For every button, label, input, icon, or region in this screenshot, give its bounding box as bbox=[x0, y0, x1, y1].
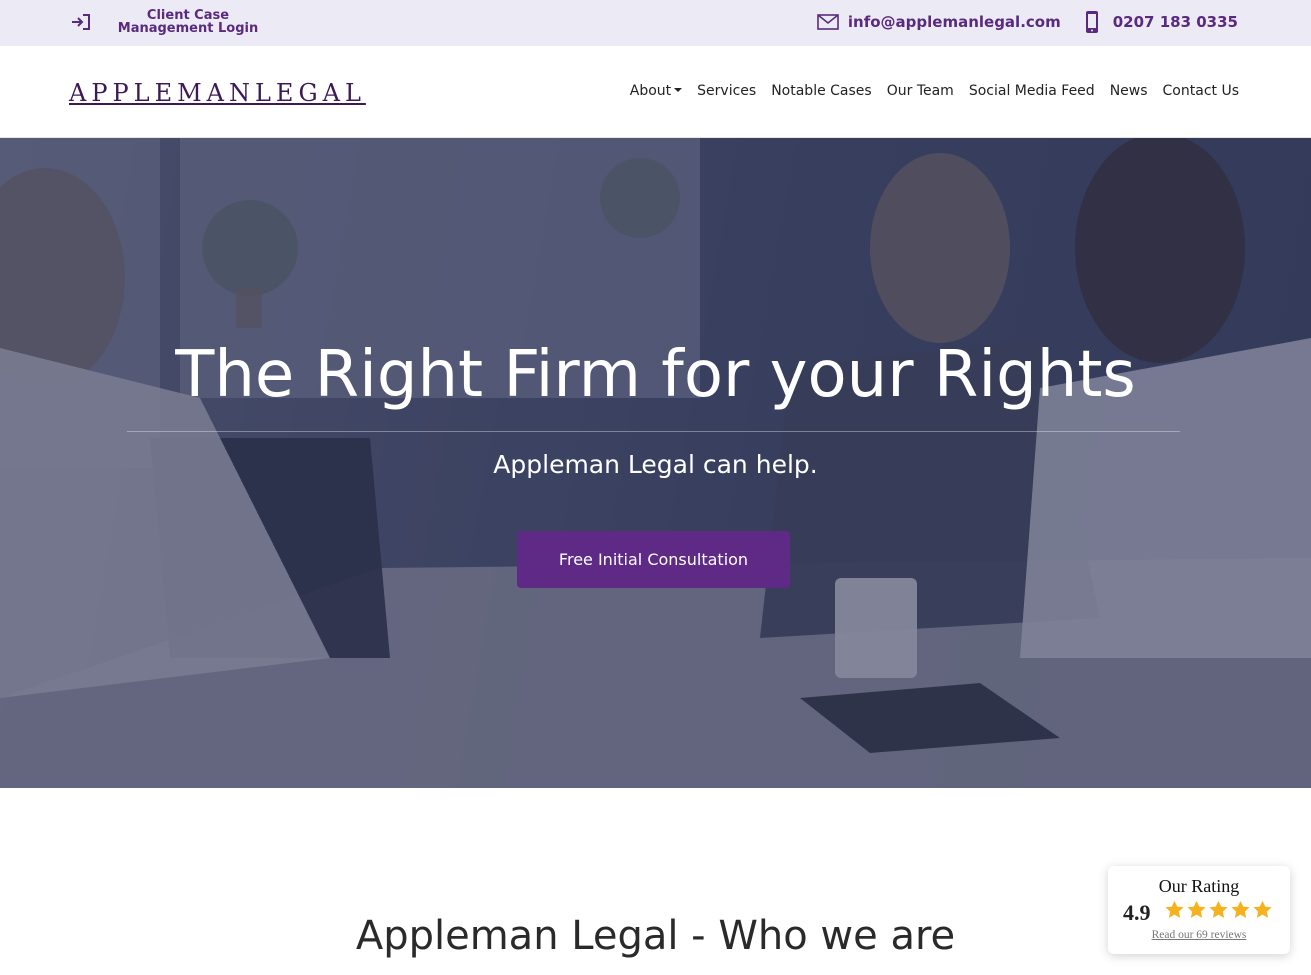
envelope-icon bbox=[817, 14, 839, 30]
rating-stars bbox=[1164, 899, 1273, 921]
top-utility-bar: Client Case Management Login info@applem… bbox=[0, 0, 1311, 46]
phone-link[interactable]: 0207 183 0335 bbox=[1085, 10, 1238, 34]
free-consultation-button[interactable]: Free Initial Consultation bbox=[517, 531, 790, 588]
read-reviews-link[interactable]: Read our 69 reviews bbox=[1108, 929, 1290, 941]
hero-banner: The Right Firm for your Rights Appleman … bbox=[0, 138, 1311, 788]
hero-title: The Right Firm for your Rights bbox=[175, 338, 1136, 412]
star-icon bbox=[1231, 900, 1250, 918]
nav-item-about[interactable]: About bbox=[629, 83, 683, 99]
rating-title: Our Rating bbox=[1158, 876, 1240, 896]
client-login-label: Client Case Management Login bbox=[117, 8, 259, 36]
hero-divider bbox=[127, 431, 1180, 432]
nav-item-contact-us[interactable]: Contact Us bbox=[1163, 83, 1239, 99]
star-icon bbox=[1165, 900, 1184, 918]
client-login-link[interactable]: Client Case Management Login bbox=[69, 9, 273, 35]
hero-subtitle: Appleman Legal can help. bbox=[493, 450, 818, 479]
email-link[interactable]: info@applemanlegal.com bbox=[817, 13, 1061, 31]
contact-links: info@applemanlegal.com 0207 183 0335 bbox=[817, 10, 1238, 34]
nav-item-social-media-feed[interactable]: Social Media Feed bbox=[969, 83, 1095, 99]
nav-item-news[interactable]: News bbox=[1110, 83, 1148, 99]
rating-widget: Our Rating 4.9 Read our 69 reviews bbox=[1108, 866, 1290, 954]
rating-score: 4.9 bbox=[1123, 900, 1151, 925]
main-nav: About Services Notable Cases Our Team So… bbox=[630, 83, 1239, 99]
phone-text: 0207 183 0335 bbox=[1112, 13, 1238, 31]
star-icon bbox=[1209, 900, 1228, 918]
star-icon bbox=[1253, 900, 1272, 918]
nav-item-label: About bbox=[629, 83, 672, 99]
nav-item-services[interactable]: Services bbox=[697, 83, 756, 99]
site-logo[interactable]: APPLEMANLEGAL bbox=[69, 79, 366, 107]
mobile-phone-icon bbox=[1085, 11, 1098, 33]
login-icon bbox=[72, 14, 90, 30]
main-navbar: APPLEMANLEGAL About Services Notable Cas… bbox=[0, 46, 1311, 138]
email-text: info@applemanlegal.com bbox=[847, 13, 1061, 31]
star-icon bbox=[1187, 900, 1206, 918]
nav-item-our-team[interactable]: Our Team bbox=[887, 83, 954, 99]
nav-item-notable-cases[interactable]: Notable Cases bbox=[771, 83, 872, 99]
caret-down-icon bbox=[674, 88, 683, 92]
